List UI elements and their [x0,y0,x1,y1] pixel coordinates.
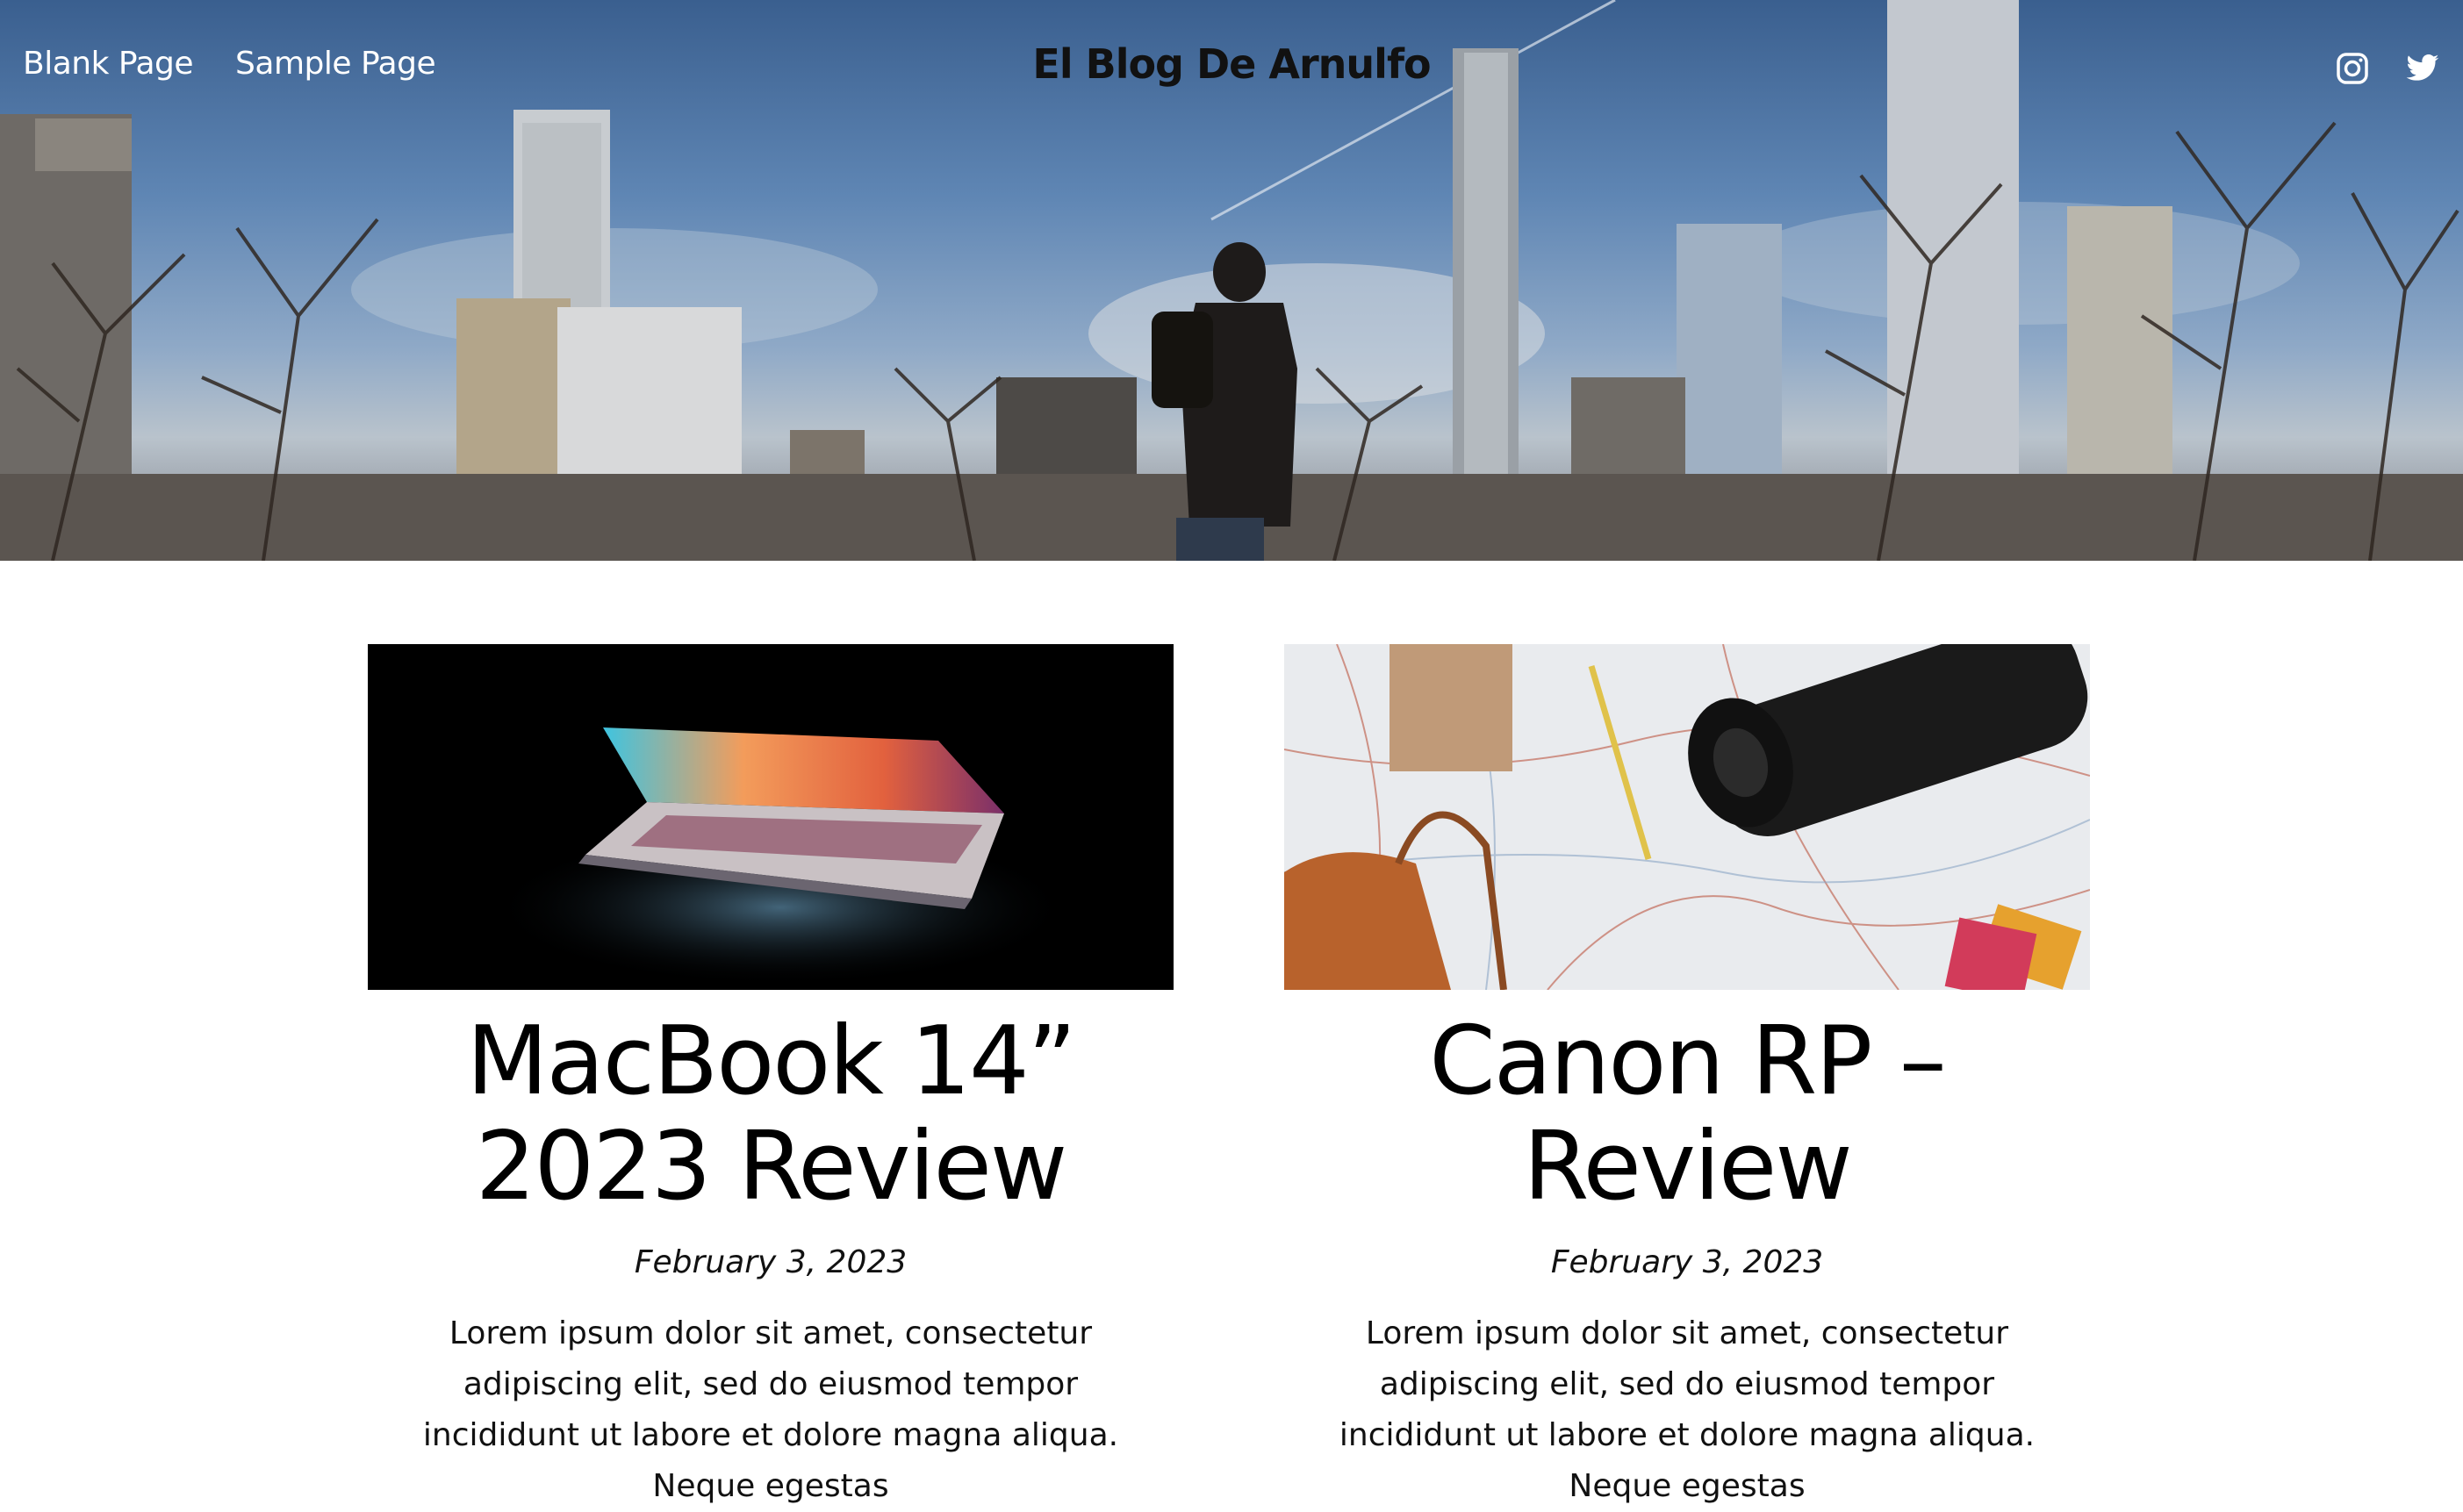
post-excerpt: Lorem ipsum dolor sit amet, consectetur … [1339,1315,2036,1504]
post-title[interactable]: Canon RP – Review [1284,1009,2090,1220]
post-card: MacBook 14” 2023 Review February 3, 2023… [368,644,1174,1512]
site-title[interactable]: El Blog De Arnulfo [0,40,2463,88]
post-thumbnail-canon[interactable] [1284,644,2090,990]
social-links [2335,51,2440,86]
hero-header: Blank Page Sample Page El Blog De Arnulf… [0,0,2463,561]
post-title[interactable]: MacBook 14” 2023 Review [368,1009,1174,1220]
twitter-icon[interactable] [2405,51,2440,86]
instagram-icon[interactable] [2335,51,2370,86]
post-date: February 3, 2023 [1550,1244,1824,1280]
post-title-line: Review [1523,1112,1852,1222]
post-title-line: 2023 Review [475,1112,1068,1222]
post-title-line: Canon RP – [1429,1007,1946,1116]
post-thumbnail-macbook[interactable] [368,644,1174,990]
post-date: February 3, 2023 [634,1244,908,1280]
post-excerpt: Lorem ipsum dolor sit amet, consectetur … [422,1315,1119,1504]
post-title-line: MacBook 14” [466,1007,1076,1116]
post-card: Canon RP – Review February 3, 2023 Lorem… [1284,644,2090,1512]
